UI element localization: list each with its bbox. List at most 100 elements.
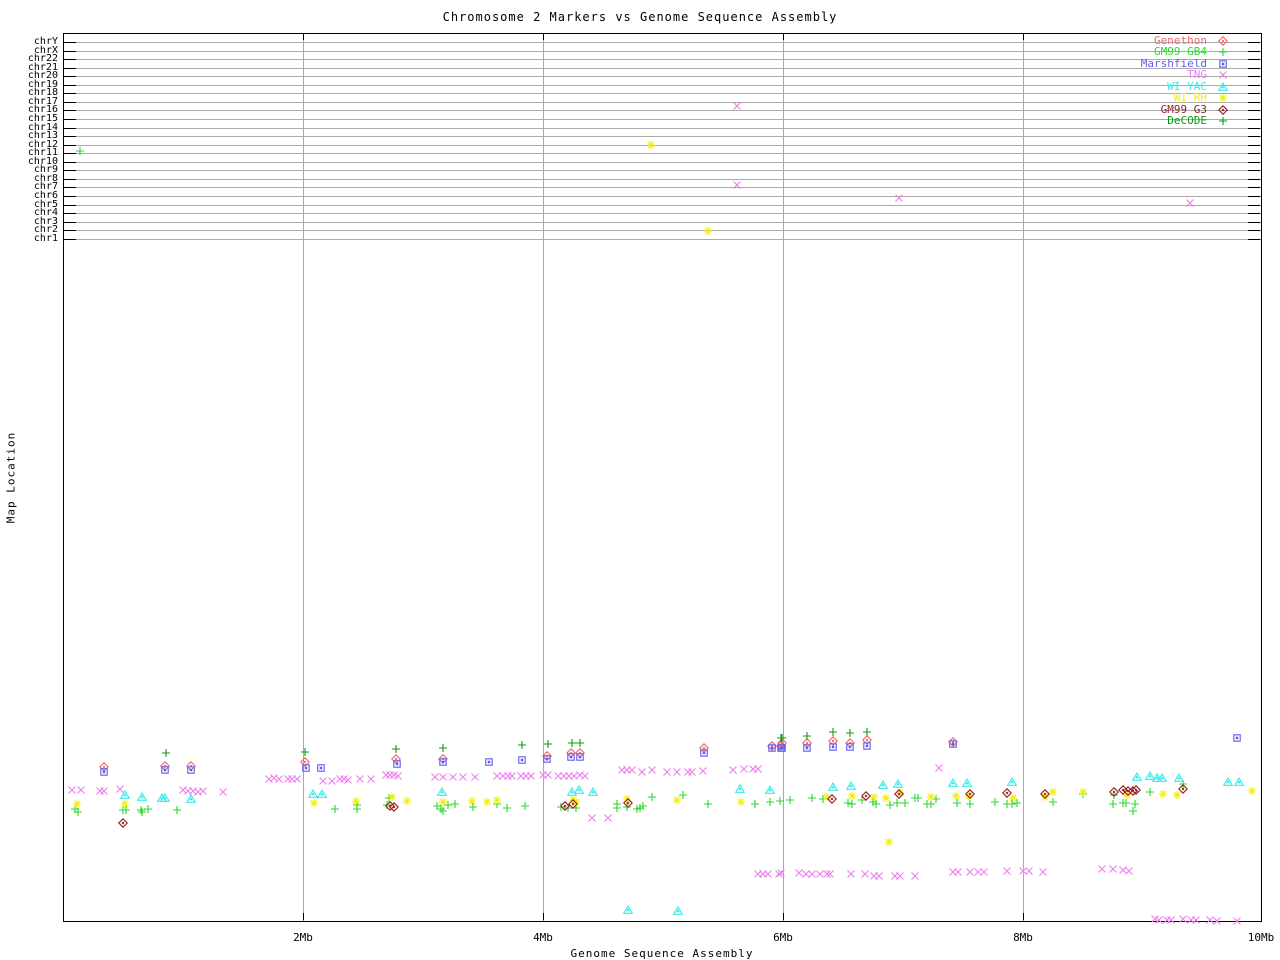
series-tng [68,102,1241,925]
data-point [863,728,871,736]
data-point [613,804,621,812]
legend-label-wi-rh: WI RH [1173,91,1207,104]
data-point [1206,916,1214,924]
legend-label-gm99-gb4: GM99 GB4 [1154,45,1207,58]
data-point [1002,788,1012,798]
data-point [1233,776,1245,786]
data-point [895,194,903,202]
data-point [493,796,501,804]
data-point [877,779,889,789]
data-point [861,870,869,878]
data-point [848,800,856,808]
data-point [704,800,712,808]
data-point [1192,916,1200,924]
data-point [1222,776,1234,786]
data-point [436,786,448,796]
data-point [704,227,712,235]
data-point [827,781,839,791]
data-point [1159,790,1167,798]
plus-legend-marker-icon [1219,117,1227,125]
data-point [846,729,854,737]
legend-marker-glyph [1219,48,1227,56]
legend-marker-glyph [1219,94,1227,102]
data-point [587,786,599,796]
data-point [1233,734,1241,742]
data-point [118,818,128,828]
data-point [483,798,491,806]
data-point [901,799,909,807]
data-point [1167,916,1175,924]
data-point [751,800,759,808]
data-point [503,804,511,812]
data-point [1109,865,1117,873]
data-point [966,868,974,876]
data-point [189,787,197,795]
data-point [927,800,935,808]
data-point [699,767,707,775]
data-point [786,796,794,804]
data-point [367,775,375,783]
data-point [927,793,935,801]
data-point [795,869,803,877]
data-point [504,772,512,780]
legend-marker-glyph [1219,60,1227,68]
data-point [293,775,301,783]
data-point [663,768,671,776]
data-point [576,771,584,779]
data-point [1173,772,1185,782]
data-point [700,749,708,757]
data-point [194,788,202,796]
data-point [737,798,745,806]
data-point [947,777,959,787]
data-point [679,791,687,799]
data-point [623,795,631,803]
data-point [764,784,776,794]
data-point [521,802,529,810]
data-point [1025,867,1033,875]
data-point [1131,771,1143,781]
data-point [648,793,656,801]
data-point [588,814,596,822]
data-point [581,772,589,780]
legend-marker-glyph [1218,36,1228,46]
data-point [328,777,336,785]
data-point [451,800,459,808]
x-tick-label-4Mb: 4Mb [533,931,553,944]
data-point [352,797,360,805]
data-point [439,744,447,752]
data-point [1003,867,1011,875]
data-point [185,793,197,803]
data-point [96,787,104,795]
data-point [68,786,76,794]
data-point [568,739,576,747]
data-point [316,788,328,798]
data-point [353,805,361,813]
data-point [1109,800,1117,808]
data-point [935,764,943,772]
data-point [740,765,748,773]
data-point [275,775,283,783]
data-point [77,786,85,794]
data-point [137,806,145,814]
data-point [173,806,181,814]
data-point [1119,866,1127,874]
data-point [1049,798,1057,806]
data-point [622,904,634,914]
data-point [449,773,457,781]
data-point [1006,776,1018,786]
data-point [485,758,493,766]
data-point [544,771,552,779]
data-point [733,102,741,110]
data-point [508,772,516,780]
data-point [1173,791,1181,799]
series-gm99-g3 [118,784,1188,828]
data-point [459,773,467,781]
legend-marker-glyph [1219,117,1227,125]
data-point [829,728,837,736]
data-point [623,803,631,811]
legend-marker-glyph [1218,105,1228,115]
data-point [911,872,919,880]
data-point [469,803,477,811]
data-point [389,802,399,812]
data-point [73,800,81,808]
